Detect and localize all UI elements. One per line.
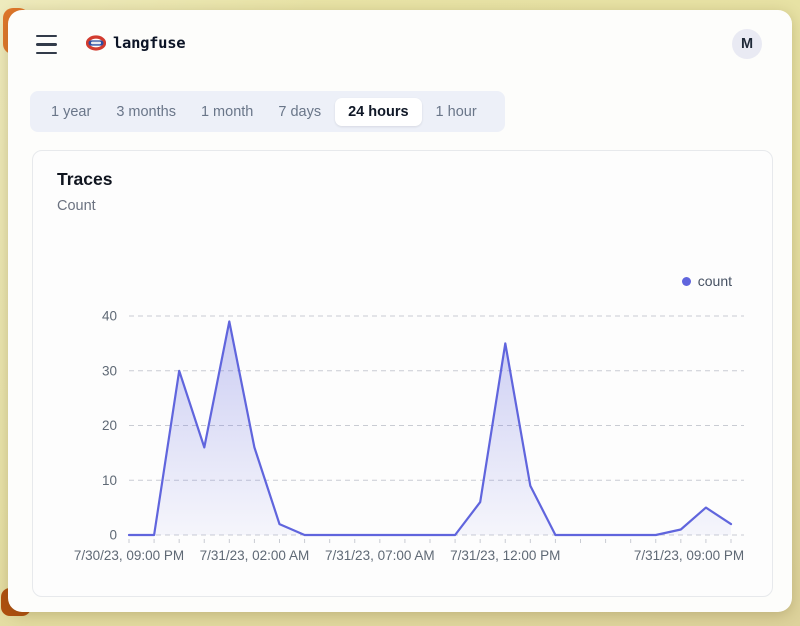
menu-bar xyxy=(36,43,57,45)
menu-bar xyxy=(36,35,57,37)
tab-1-hour[interactable]: 1 hour xyxy=(425,98,488,126)
avatar-initial: M xyxy=(741,36,753,52)
svg-text:0: 0 xyxy=(109,528,117,543)
svg-text:20: 20 xyxy=(102,418,117,433)
desktop-background: langfuse M 1 year 3 months 1 month 7 day… xyxy=(0,0,800,626)
menu-bar xyxy=(36,52,57,54)
tab-3-months[interactable]: 3 months xyxy=(105,98,187,126)
app-window: langfuse M 1 year 3 months 1 month 7 day… xyxy=(8,10,792,612)
svg-text:7/31/23, 09:00 PM: 7/31/23, 09:00 PM xyxy=(634,548,744,563)
tab-1-month[interactable]: 1 month xyxy=(190,98,264,126)
tab-7-days[interactable]: 7 days xyxy=(267,98,332,126)
brand[interactable]: langfuse xyxy=(86,34,185,52)
user-avatar[interactable]: M xyxy=(732,29,762,59)
langfuse-logo-icon xyxy=(86,35,106,51)
tab-24-hours[interactable]: 24 hours xyxy=(335,98,421,126)
traces-area-chart: 0 10 20 30 40 7/30/23, 09:00 PM 7/31/23, 02:00… xyxy=(33,151,772,596)
menu-button[interactable] xyxy=(36,35,58,54)
svg-text:7/31/23, 02:00 AM: 7/31/23, 02:00 AM xyxy=(200,548,310,563)
traces-card: Traces Count count 0102030407/30/23, 09:… xyxy=(32,150,773,597)
svg-text:7/30/23, 09:00 PM: 7/30/23, 09:00 PM xyxy=(74,548,184,563)
svg-text:10: 10 xyxy=(102,473,117,488)
svg-text:30: 30 xyxy=(102,363,117,378)
time-range-tabs: 1 year 3 months 1 month 7 days 24 hours … xyxy=(30,91,505,132)
tab-1-year[interactable]: 1 year xyxy=(40,98,102,126)
svg-text:40: 40 xyxy=(102,309,117,324)
svg-text:7/31/23, 07:00 AM: 7/31/23, 07:00 AM xyxy=(325,548,435,563)
brand-name: langfuse xyxy=(113,34,185,52)
app-header: langfuse M xyxy=(8,10,792,80)
svg-text:7/31/23, 12:00 PM: 7/31/23, 12:00 PM xyxy=(450,548,560,563)
